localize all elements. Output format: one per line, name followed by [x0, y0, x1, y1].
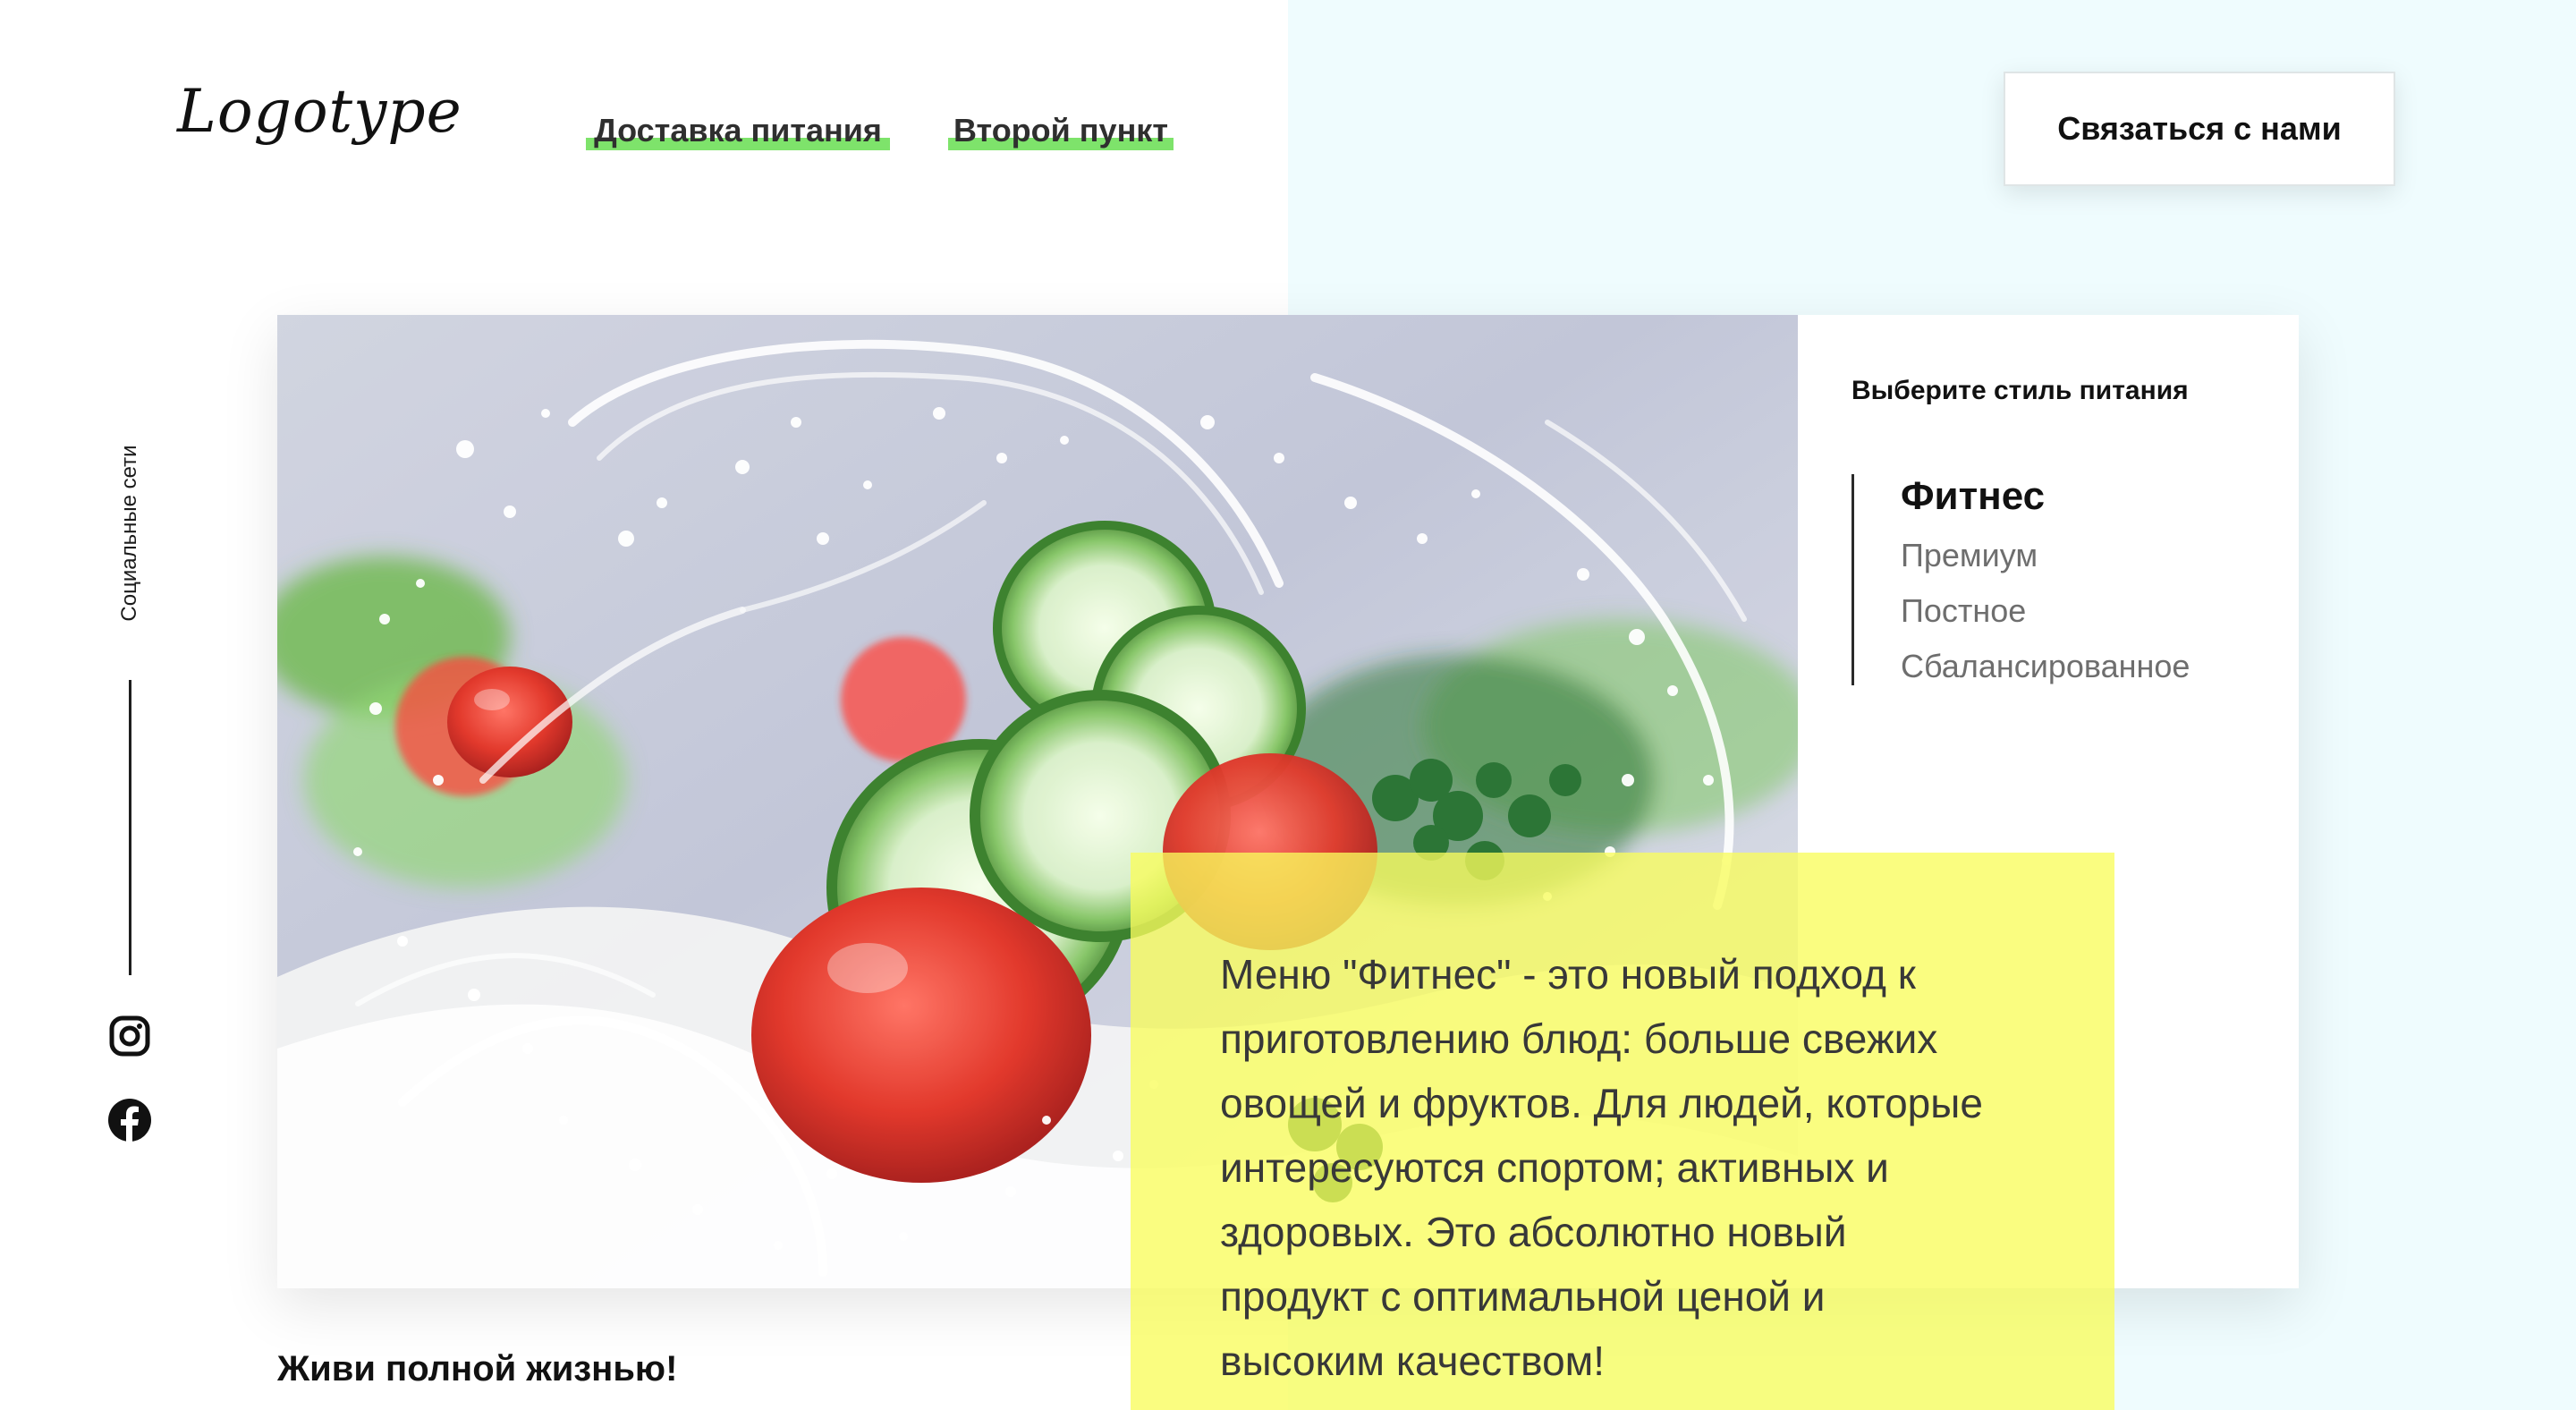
footer-headline: Живи полной жизнью! [277, 1349, 678, 1389]
nav-second-label: Второй пункт [953, 112, 1168, 149]
logo[interactable]: Logotype [177, 82, 462, 141]
description-text: Меню "Фитнес" - это новый подход к приго… [1220, 951, 1983, 1384]
description-box: Меню "Фитнес" - это новый подход к приго… [1131, 853, 2114, 1410]
nav-delivery-label: Доставка питания [594, 112, 882, 149]
menu-option-balanced[interactable]: Сбалансированное [1901, 648, 2190, 685]
instagram-icon[interactable] [107, 1014, 152, 1058]
nav-delivery-link[interactable]: Доставка питания [586, 111, 890, 150]
contact-button[interactable]: Связаться с нами [2004, 72, 2395, 186]
nav-second-link[interactable]: Второй пункт [948, 111, 1174, 150]
menu-selection-line [1852, 474, 1854, 685]
menu-option-fitness[interactable]: Фитнес [1901, 474, 2045, 519]
menu-option-fasting[interactable]: Постное [1901, 592, 2026, 630]
social-label: Социальные сети [117, 445, 141, 622]
social-divider [129, 680, 131, 975]
facebook-icon[interactable] [107, 1098, 152, 1142]
panel-title: Выберите стиль питания [1852, 376, 2189, 405]
menu-option-premium[interactable]: Премиум [1901, 537, 2038, 574]
